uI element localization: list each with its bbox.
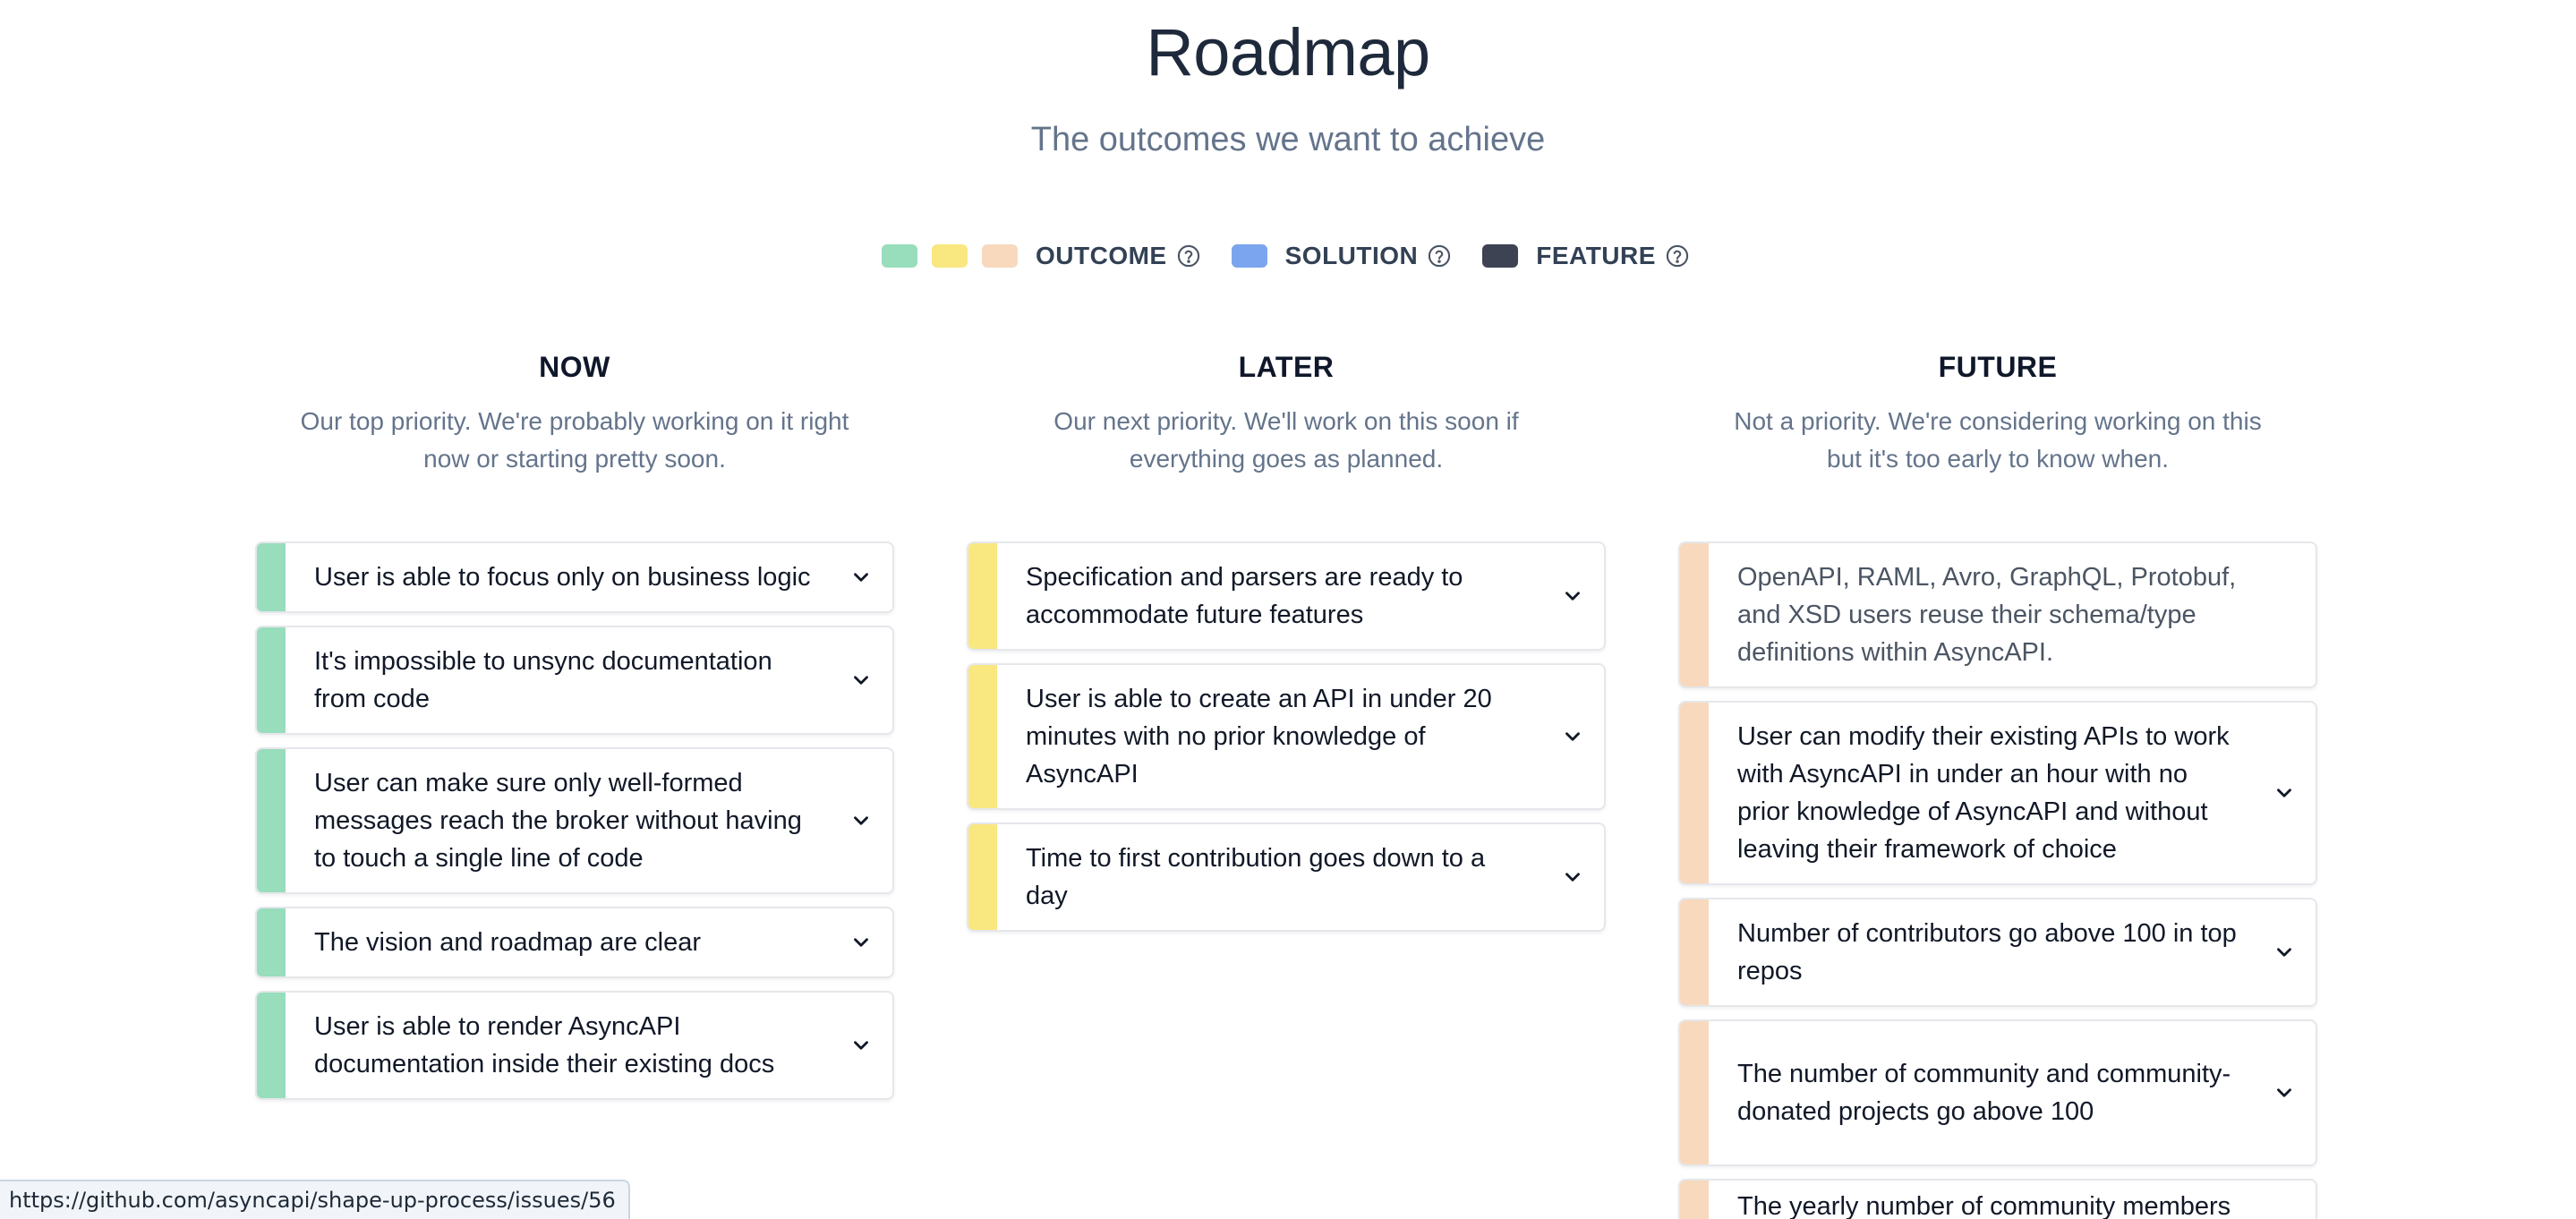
outcome-green-swatch — [882, 244, 917, 268]
roadmap-card[interactable]: User is able to render AsyncAPI document… — [255, 991, 894, 1100]
column-future-desc-line-1: Not a priority. We're considering workin… — [1734, 407, 2262, 435]
feature-swatch — [1482, 244, 1519, 268]
outcome-color-bar — [968, 665, 997, 808]
chevron-down-icon[interactable] — [849, 669, 873, 692]
column-later-heading: LATER — [1238, 351, 1335, 383]
column-now-desc-line-1: Our top priority. We're probably working… — [300, 407, 849, 435]
link-status-bar: https://github.com/asyncapi/shape-up-pro… — [0, 1180, 630, 1219]
chevron-down-icon[interactable] — [2273, 1081, 2296, 1104]
legend-feature-label: FEATURE — [1536, 242, 1656, 269]
roadmap-card-title: User is able to create an API in under 2… — [1026, 685, 1492, 789]
outcome-color-bar — [257, 627, 286, 733]
column-now-desc-line-2: now or starting pretty soon. — [423, 445, 726, 473]
solution-help-icon[interactable] — [1427, 243, 1452, 269]
roadmap-card[interactable]: OpenAPI, RAML, Avro, GraphQL, Protobuf, … — [1678, 541, 2317, 688]
roadmap-card[interactable]: User can modify their existing APIs to w… — [1678, 701, 2317, 885]
column-later-description: Our next priority. We'll work on this so… — [967, 403, 1606, 478]
column-now-description: Our top priority. We're probably working… — [255, 403, 894, 478]
roadmap-card[interactable]: Time to first contribution goes down to … — [967, 823, 1606, 932]
column-later-desc-line-1: Our next priority. We'll work on this so… — [1053, 407, 1519, 435]
roadmap-card-title: Number of contributors go above 100 in t… — [1737, 919, 2237, 985]
roadmap-card-title: The vision and roadmap are clear — [314, 928, 702, 957]
roadmap-card[interactable]: The vision and roadmap are clear — [255, 907, 894, 978]
page-subtitle: The outcomes we want to achieve — [1030, 121, 1546, 158]
roadmap-card-title: The yearly number of community members — [1737, 1192, 2231, 1219]
roadmap-card[interactable]: User can make sure only well-formed mess… — [255, 747, 894, 894]
column-now-heading: NOW — [539, 351, 610, 383]
outcome-peach-swatch — [982, 244, 1018, 268]
outcome-color-bar — [1680, 543, 1709, 686]
roadmap-card[interactable]: The number of community and community-do… — [1678, 1019, 2317, 1166]
roadmap-card-title: User is able to render AsyncAPI document… — [314, 1012, 775, 1078]
solution-swatch — [1231, 244, 1267, 268]
outcome-help-icon[interactable] — [1176, 243, 1201, 269]
outcome-color-bar — [968, 824, 997, 930]
outcome-color-bar — [1680, 703, 1709, 883]
chevron-down-icon[interactable] — [1561, 725, 1584, 748]
column-future-description: Not a priority. We're considering workin… — [1678, 403, 2317, 478]
roadmap-card-title: User can modify their existing APIs to w… — [1737, 722, 2230, 864]
chevron-down-icon[interactable] — [2273, 941, 2296, 964]
outcome-color-bar — [968, 543, 997, 649]
outcome-color-bar — [257, 993, 286, 1098]
roadmap-card[interactable]: User is able to create an API in under 2… — [967, 663, 1606, 810]
chevron-down-icon[interactable] — [1561, 584, 1584, 608]
outcome-color-bar — [1680, 1021, 1709, 1164]
chevron-down-icon[interactable] — [849, 1034, 873, 1057]
roadmap-card-title: It's impossible to unsync documentation … — [314, 647, 772, 713]
roadmap-card[interactable]: Number of contributors go above 100 in t… — [1678, 898, 2317, 1007]
outcome-color-bar — [257, 543, 286, 611]
roadmap-card[interactable]: It's impossible to unsync documentation … — [255, 626, 894, 735]
outcome-color-bar — [257, 908, 286, 976]
roadmap-card[interactable]: The yearly number of community members — [1678, 1179, 2317, 1219]
chevron-down-icon[interactable] — [849, 566, 873, 589]
outcome-color-bar — [257, 749, 286, 892]
roadmap-card[interactable]: User is able to focus only on business l… — [255, 541, 894, 613]
column-future-desc-line-2: but it's too early to know when. — [1827, 445, 2169, 473]
chevron-down-icon[interactable] — [849, 931, 873, 954]
outcome-color-bar — [1680, 899, 1709, 1005]
roadmap-card[interactable]: Specification and parsers are ready to a… — [967, 541, 1606, 651]
legend: OUTCOME SOLUTION FEATURE — [882, 240, 1690, 272]
column-future-heading: FUTURE — [1938, 351, 2058, 383]
page-title: Roadmap — [1146, 15, 1430, 90]
roadmap-card-title: OpenAPI, RAML, Avro, GraphQL, Protobuf, … — [1737, 563, 2237, 667]
legend-outcome-label: OUTCOME — [1036, 242, 1167, 269]
outcome-yellow-swatch — [932, 244, 968, 268]
chevron-down-icon[interactable] — [2273, 781, 2296, 805]
roadmap-card-title: Time to first contribution goes down to … — [1026, 844, 1486, 910]
column-later-desc-line-2: everything goes as planned. — [1129, 445, 1444, 473]
roadmap-page: Roadmap The outcomes we want to achieve … — [0, 0, 2576, 1219]
chevron-down-icon[interactable] — [1561, 865, 1584, 889]
roadmap-card-title: User is able to focus only on business l… — [314, 563, 811, 592]
roadmap-card-title: The number of community and community-do… — [1737, 1060, 2231, 1126]
feature-help-icon[interactable] — [1665, 243, 1690, 269]
chevron-down-icon[interactable] — [849, 809, 873, 832]
legend-solution-label: SOLUTION — [1284, 242, 1419, 269]
outcome-color-bar — [1680, 1181, 1709, 1219]
roadmap-card-title: User can make sure only well-formed mess… — [314, 769, 802, 873]
roadmap-card-title: Specification and parsers are ready to a… — [1026, 563, 1463, 629]
